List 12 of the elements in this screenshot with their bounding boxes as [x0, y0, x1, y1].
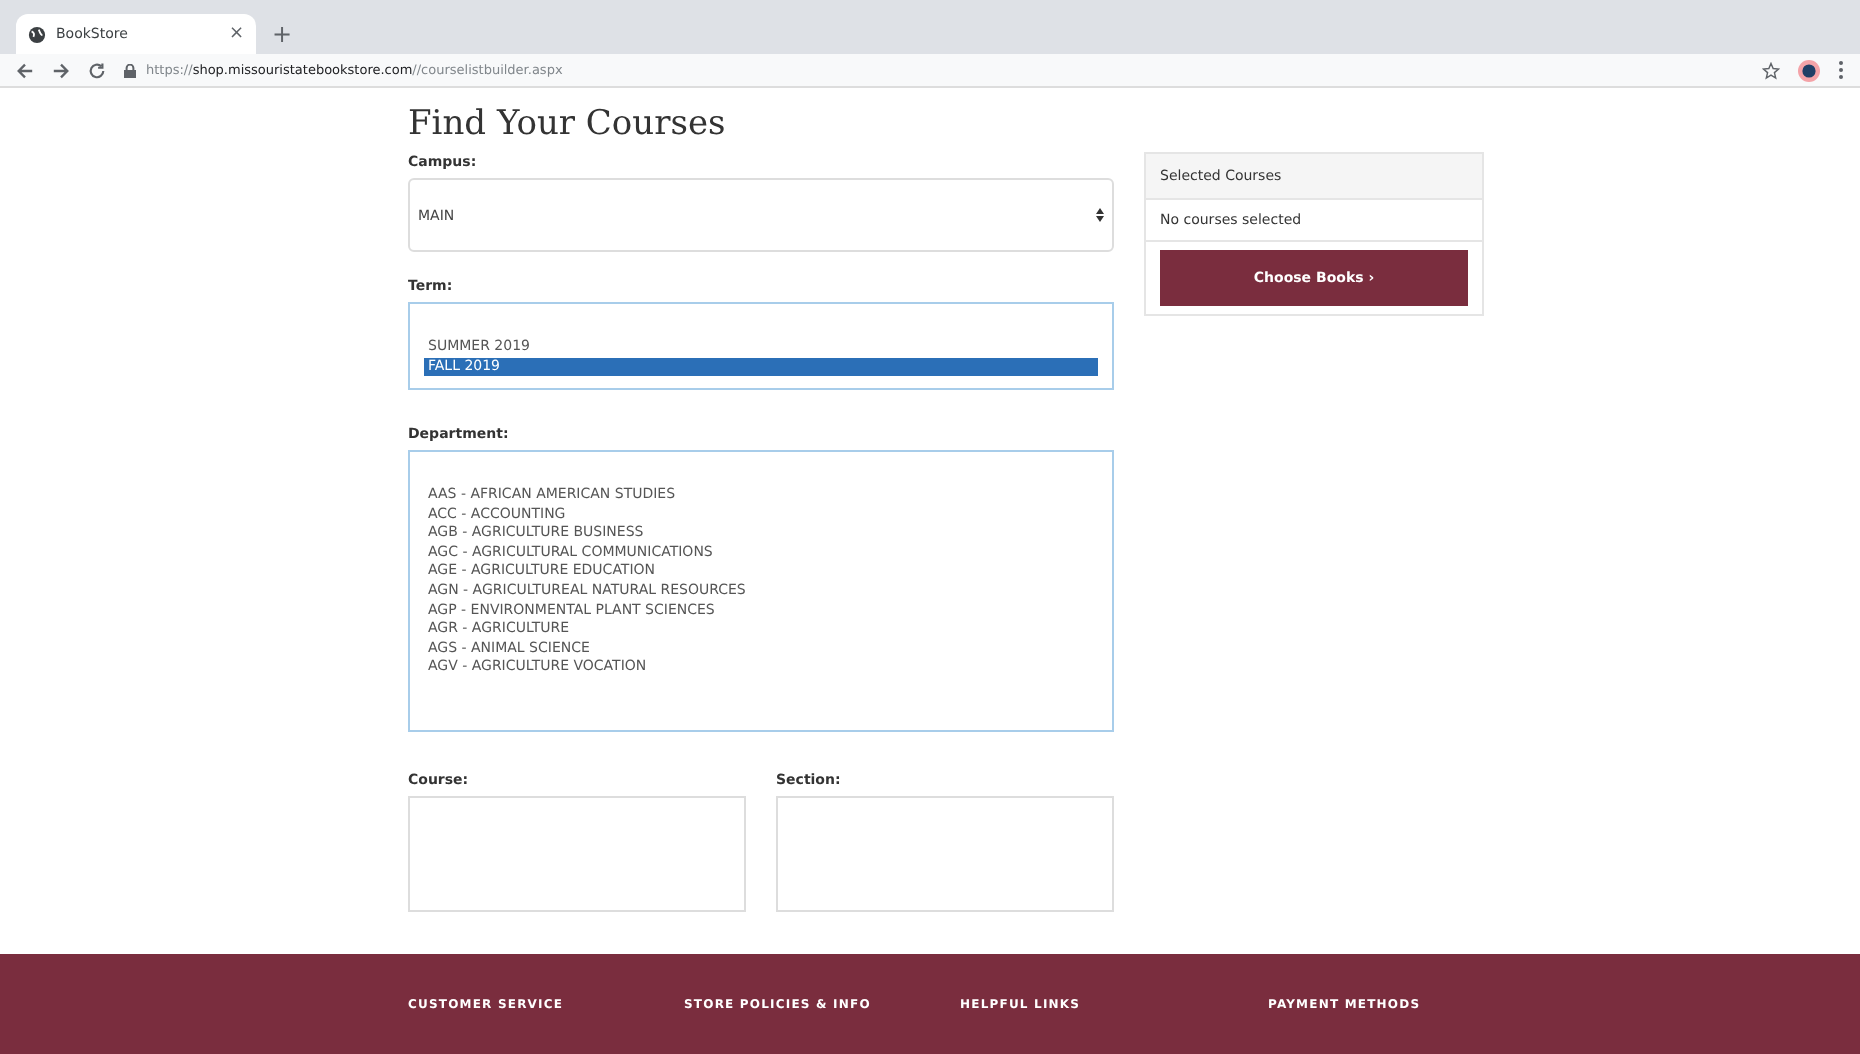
- page-heading: Find Your Courses: [408, 102, 728, 146]
- forward-icon[interactable]: [52, 61, 70, 79]
- lock-icon: [124, 63, 136, 77]
- globe-icon: [28, 25, 46, 43]
- menu-icon[interactable]: [1838, 60, 1844, 80]
- new-tab-button[interactable]: +: [272, 19, 293, 47]
- star-icon[interactable]: [1762, 61, 1780, 79]
- back-icon[interactable]: [16, 61, 34, 79]
- reload-icon[interactable]: [88, 61, 106, 79]
- extension-icon[interactable]: [1798, 59, 1820, 81]
- close-tab-button[interactable]: ×: [228, 24, 244, 44]
- updown-icon: [1096, 208, 1104, 222]
